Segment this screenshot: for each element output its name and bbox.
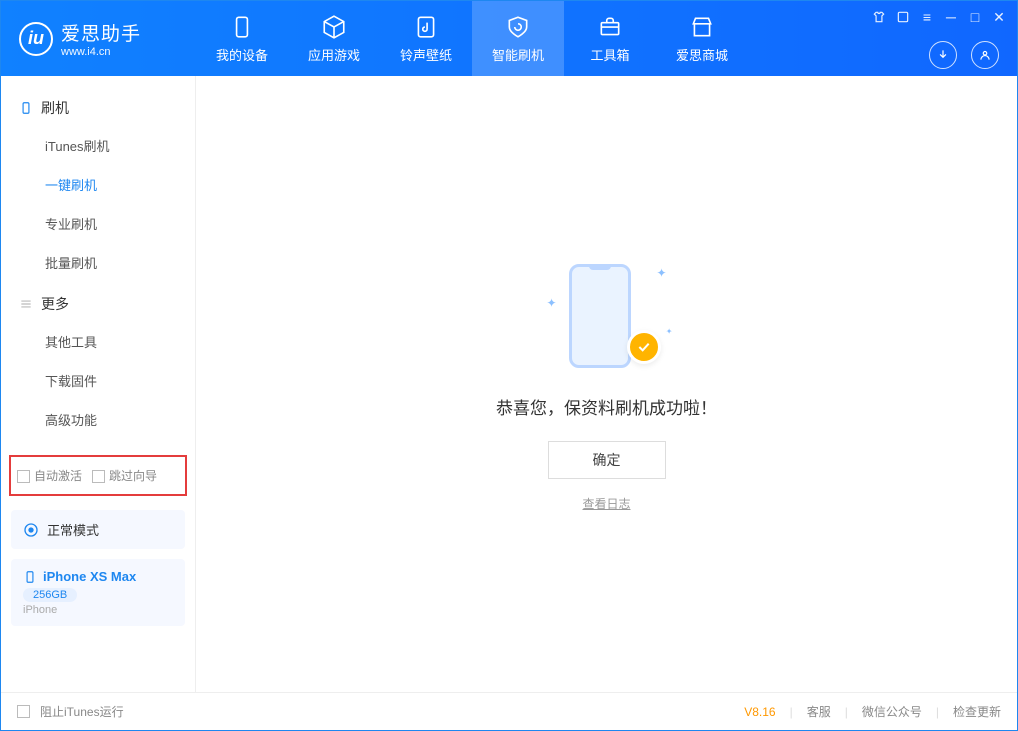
hamburger-icon xyxy=(19,297,33,311)
sidebar-item-batch-flash[interactable]: 批量刷机 xyxy=(1,243,195,282)
success-badge-icon xyxy=(627,330,661,364)
user-button[interactable] xyxy=(971,41,999,69)
close-icon[interactable]: ✕ xyxy=(991,9,1007,25)
success-illustration: ✦ ✦ ✦ xyxy=(547,256,667,376)
checkbox-icon[interactable] xyxy=(92,470,105,483)
device-name: iPhone XS Max xyxy=(43,569,136,584)
cube-icon xyxy=(321,14,347,40)
logo-text: 爱思助手 www.i4.cn xyxy=(61,19,141,58)
refresh-shield-icon xyxy=(505,14,531,40)
device-storage: 256GB xyxy=(23,588,77,602)
tab-label: 智能刷机 xyxy=(492,45,544,64)
sparkle-icon: ✦ xyxy=(666,327,673,336)
view-log-link[interactable]: 查看日志 xyxy=(582,495,630,512)
sidebar-group-more: 更多 其他工具 下载固件 高级功能 xyxy=(1,286,195,443)
device-small-icon xyxy=(19,101,33,115)
skip-guide-option[interactable]: 跳过向导 xyxy=(92,467,157,484)
wechat-link[interactable]: 微信公众号 xyxy=(862,703,922,720)
tab-label: 我的设备 xyxy=(216,45,268,64)
feedback-icon[interactable] xyxy=(895,9,911,25)
app-url: www.i4.cn xyxy=(61,46,141,58)
logo-block: iu 爱思助手 www.i4.cn xyxy=(1,1,196,76)
separator: | xyxy=(936,705,939,719)
sidebar-head-flash[interactable]: 刷机 xyxy=(1,90,195,126)
tab-toolbox[interactable]: 工具箱 xyxy=(564,1,656,76)
highlight-redbox: 自动激活 跳过向导 xyxy=(9,455,187,496)
skin-icon[interactable] xyxy=(871,9,887,25)
download-button[interactable] xyxy=(929,41,957,69)
topbar: iu 爱思助手 www.i4.cn 我的设备 应用游戏 铃声壁纸 智能刷机 工具… xyxy=(1,1,1017,76)
menu-icon[interactable]: ≡ xyxy=(919,9,935,25)
main-panel: ✦ ✦ ✦ 恭喜您，保资料刷机成功啦！ 确定 查看日志 xyxy=(196,76,1017,692)
ok-button[interactable]: 确定 xyxy=(548,441,666,479)
top-tabs: 我的设备 应用游戏 铃声壁纸 智能刷机 工具箱 爱思商城 xyxy=(196,1,748,76)
device-type: iPhone xyxy=(23,604,173,616)
check-update-link[interactable]: 检查更新 xyxy=(953,703,1001,720)
tab-ringtones[interactable]: 铃声壁纸 xyxy=(380,1,472,76)
tab-apps-games[interactable]: 应用游戏 xyxy=(288,1,380,76)
sidebar-cards: 正常模式 iPhone XS Max 256GB iPhone xyxy=(1,510,195,626)
sidebar-item-itunes-flash[interactable]: iTunes刷机 xyxy=(1,126,195,165)
device-card[interactable]: iPhone XS Max 256GB iPhone xyxy=(11,559,185,626)
sidebar: 刷机 iTunes刷机 一键刷机 专业刷机 批量刷机 更多 其他工具 下载固件 … xyxy=(1,76,196,692)
music-file-icon xyxy=(413,14,439,40)
auto-activate-option[interactable]: 自动激活 xyxy=(17,467,82,484)
sidebar-head-label: 刷机 xyxy=(41,98,69,118)
mode-label: 正常模式 xyxy=(47,520,99,539)
mode-icon xyxy=(23,522,39,538)
sidebar-item-advanced[interactable]: 高级功能 xyxy=(1,400,195,439)
sidebar-item-pro-flash[interactable]: 专业刷机 xyxy=(1,204,195,243)
maximize-icon[interactable]: □ xyxy=(967,9,983,25)
checkbox-icon[interactable] xyxy=(17,470,30,483)
support-link[interactable]: 客服 xyxy=(807,703,831,720)
separator: | xyxy=(845,705,848,719)
tab-label: 应用游戏 xyxy=(308,45,360,64)
version-label: V8.16 xyxy=(744,705,775,719)
sidebar-item-oneclick-flash[interactable]: 一键刷机 xyxy=(1,165,195,204)
app-name: 爱思助手 xyxy=(61,19,141,46)
tab-label: 工具箱 xyxy=(590,45,629,64)
phone-icon xyxy=(229,14,255,40)
toolbox-icon xyxy=(597,14,623,40)
sparkle-icon: ✦ xyxy=(656,266,666,280)
tab-smart-flash[interactable]: 智能刷机 xyxy=(472,1,564,76)
status-left: 阻止iTunes运行 xyxy=(17,703,124,720)
sidebar-item-download-firmware[interactable]: 下载固件 xyxy=(1,361,195,400)
store-icon xyxy=(689,14,715,40)
top-right-circles xyxy=(929,41,999,69)
tab-store[interactable]: 爱思商城 xyxy=(656,1,748,76)
block-itunes-label[interactable]: 阻止iTunes运行 xyxy=(40,703,124,720)
device-icon xyxy=(23,570,37,584)
tab-label: 爱思商城 xyxy=(676,45,728,64)
mode-card[interactable]: 正常模式 xyxy=(11,510,185,549)
logo-icon: iu xyxy=(19,22,53,56)
sidebar-head-more[interactable]: 更多 xyxy=(1,286,195,322)
statusbar: 阻止iTunes运行 V8.16 | 客服 | 微信公众号 | 检查更新 xyxy=(1,692,1017,730)
tab-my-device[interactable]: 我的设备 xyxy=(196,1,288,76)
sidebar-item-other-tools[interactable]: 其他工具 xyxy=(1,322,195,361)
separator: | xyxy=(790,705,793,719)
tab-label: 铃声壁纸 xyxy=(400,45,452,64)
sparkle-icon: ✦ xyxy=(547,296,557,310)
checkbox-icon[interactable] xyxy=(17,705,30,718)
status-right: V8.16 | 客服 | 微信公众号 | 检查更新 xyxy=(744,703,1001,720)
body: 刷机 iTunes刷机 一键刷机 专业刷机 批量刷机 更多 其他工具 下载固件 … xyxy=(1,76,1017,692)
success-message: 恭喜您，保资料刷机成功啦！ xyxy=(496,394,717,419)
sidebar-head-label: 更多 xyxy=(41,294,69,314)
sidebar-group-flash: 刷机 iTunes刷机 一键刷机 专业刷机 批量刷机 xyxy=(1,90,195,286)
phone-icon xyxy=(569,264,631,368)
minimize-icon[interactable]: ─ xyxy=(943,9,959,25)
